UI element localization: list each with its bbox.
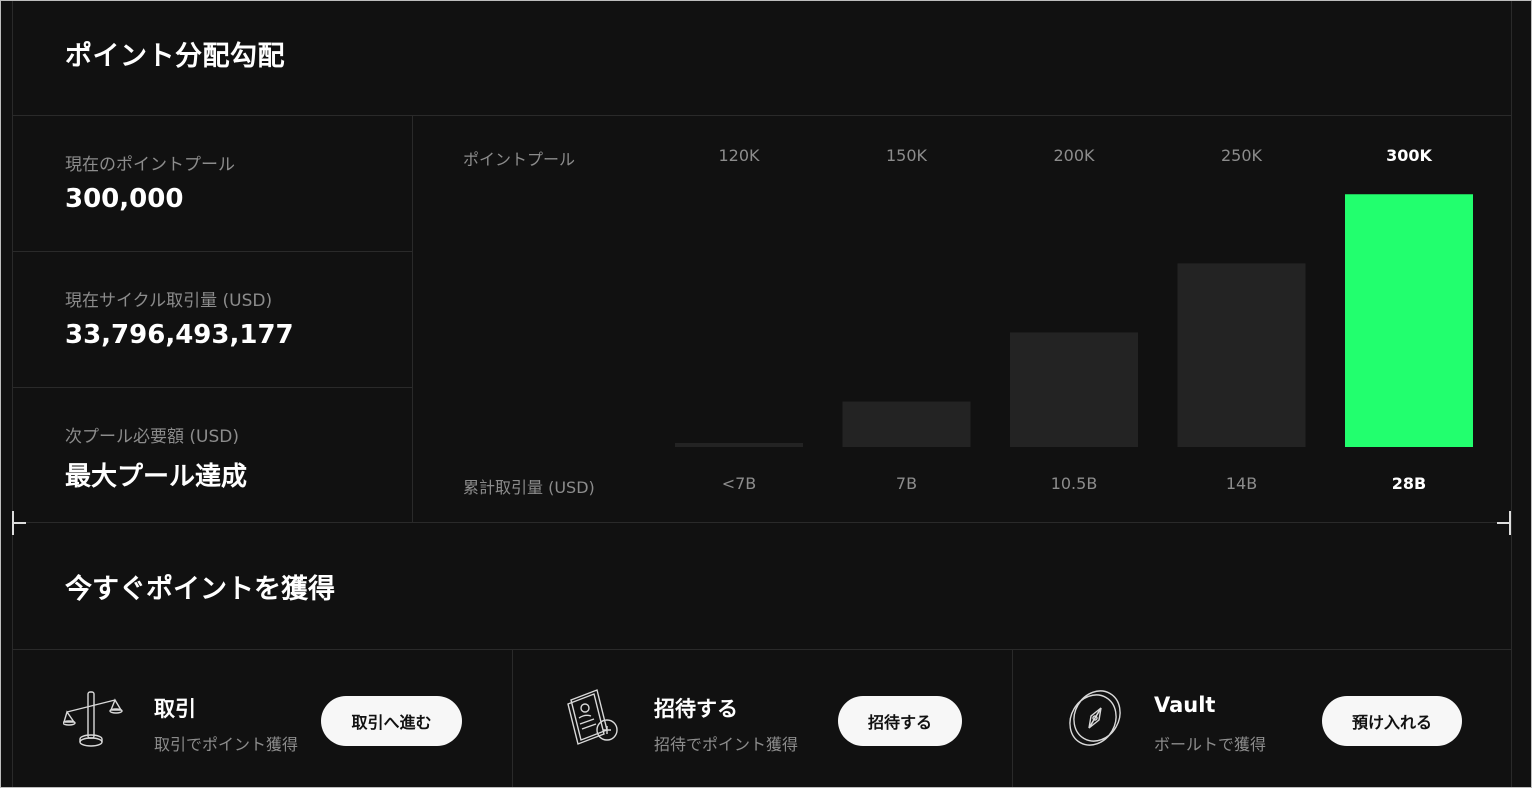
- earn-cards: 取引 取引でポイント獲得 取引へ進む 招待する 招待でポイント獲得 招待する V…: [13, 649, 1512, 787]
- compass-icon: [1063, 686, 1127, 750]
- corner-tick: [1497, 522, 1511, 524]
- volume-tick-label: <7B: [721, 474, 757, 493]
- earn-card-desc: ボールトで獲得: [1154, 735, 1267, 754]
- earn-card-invite: 招待する 招待でポイント獲得 招待する: [513, 650, 1013, 787]
- deposit-button[interactable]: 預け入れる: [1322, 696, 1462, 746]
- volume-tick-label: 10.5B: [1050, 474, 1098, 493]
- stat-next-pool: 次プール必要額 (USD) 最大プール達成: [13, 388, 412, 523]
- points-panel: ポイント分配勾配 現在のポイントプール 300,000 現在サイクル取引量 (U…: [12, 1, 1512, 787]
- bar: [1177, 263, 1306, 447]
- stat-cycle-volume: 現在サイクル取引量 (USD) 33,796,493,177: [13, 252, 412, 388]
- invite-button[interactable]: 招待する: [838, 696, 962, 746]
- pool-tick-label: 300K: [1386, 146, 1432, 165]
- earn-card-name: Vault: [1154, 693, 1216, 717]
- volume-tick-label: 28B: [1391, 474, 1427, 493]
- scale-icon: [62, 686, 127, 750]
- corner-tick: [12, 522, 26, 524]
- distribution-chart: ポイントプール 累計取引量 (USD) 120K <7B 150K 7B 200K 10.…: [413, 116, 1511, 522]
- go-trade-button[interactable]: 取引へ進む: [321, 696, 462, 746]
- stats-column: 現在のポイントプール 300,000 現在サイクル取引量 (USD) 33,79…: [13, 116, 413, 522]
- volume-tick-label: 14B: [1225, 474, 1258, 493]
- bar: [1010, 332, 1138, 447]
- earn-card-name: 招待する: [654, 697, 738, 721]
- earn-section-title: 今すぐポイントを獲得: [65, 574, 335, 605]
- section-divider: [13, 522, 1511, 523]
- bar: [675, 443, 803, 447]
- earn-card-desc: 招待でポイント獲得: [654, 735, 799, 754]
- earn-card-vault: Vault ボールトで獲得 預け入れる: [1013, 650, 1512, 787]
- earn-card-name: 取引: [154, 697, 196, 721]
- volume-tick-label: 7B: [895, 474, 918, 493]
- stat-value: 33,796,493,177: [65, 320, 294, 350]
- pool-tick-label: 150K: [885, 146, 928, 165]
- pool-tick-label: 200K: [1053, 146, 1095, 165]
- stat-label: 現在サイクル取引量 (USD): [65, 291, 273, 311]
- bar: [842, 401, 971, 447]
- header: ポイント分配勾配: [13, 1, 1511, 116]
- app-frame: ポイント分配勾配 現在のポイントプール 300,000 現在サイクル取引量 (U…: [0, 0, 1532, 788]
- stat-value: 最大プール達成: [65, 462, 248, 492]
- stat-label: 次プール必要額 (USD): [65, 427, 239, 447]
- bar-active: [1345, 194, 1473, 447]
- page-title: ポイント分配勾配: [65, 41, 285, 72]
- stat-current-pool: 現在のポイントプール 300,000: [13, 116, 412, 252]
- earn-card-desc: 取引でポイント獲得: [154, 735, 299, 754]
- earn-card-trade: 取引 取引でポイント獲得 取引へ進む: [13, 650, 513, 787]
- pool-tick-label: 120K: [718, 146, 760, 165]
- invite-card-icon: [563, 686, 627, 750]
- stat-label: 現在のポイントプール: [65, 155, 235, 175]
- bar-chart-svg: [675, 194, 1473, 447]
- pool-tick-label: 250K: [1220, 146, 1263, 165]
- stat-value: 300,000: [65, 184, 184, 214]
